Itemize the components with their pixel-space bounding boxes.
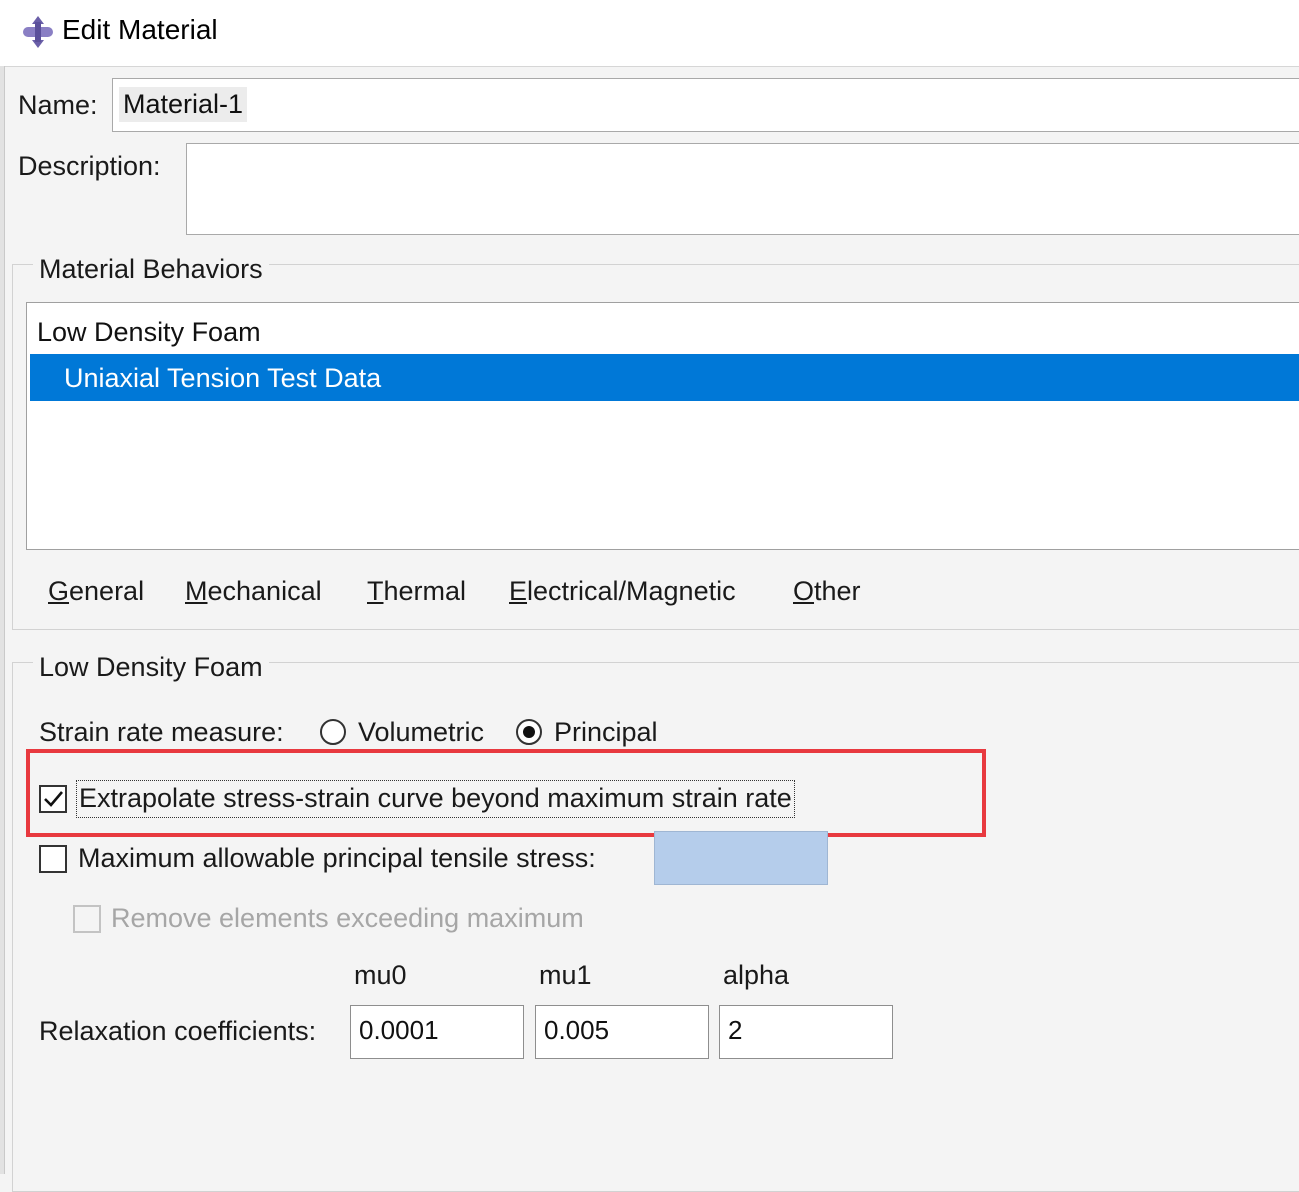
radio-selected-dot — [523, 726, 535, 738]
list-item[interactable]: Low Density Foam — [27, 309, 1299, 353]
remove-elements-checkbox[interactable] — [73, 905, 101, 933]
material-behaviors-title: Material Behaviors — [33, 254, 269, 285]
material-icon — [23, 16, 53, 48]
name-value: Material-1 — [119, 87, 248, 122]
highlight-box — [26, 749, 986, 837]
menu-thermal[interactable]: Thermal — [367, 576, 466, 607]
description-label: Description: — [18, 151, 161, 181]
window-title: Edit Material — [62, 14, 218, 45]
behaviors-list[interactable]: Low Density Foam Uniaxial Tension Test D… — [26, 302, 1299, 550]
menu-general[interactable]: General — [48, 576, 144, 607]
name-label: Name: — [18, 90, 98, 120]
radio-principal-label[interactable]: Principal — [554, 717, 658, 748]
radio-volumetric-label[interactable]: Volumetric — [358, 717, 484, 748]
mu0-value: 0.0001 — [359, 1015, 439, 1045]
alpha-input[interactable]: 2 — [719, 1005, 893, 1059]
max-tensile-label[interactable]: Maximum allowable principal tensile stre… — [78, 843, 596, 874]
col-header-alpha: alpha — [723, 960, 790, 990]
window-left-edge — [0, 66, 5, 1174]
title-bar: Edit Material — [0, 0, 1299, 67]
col-header-mu1: mu1 — [539, 960, 592, 990]
mu0-input[interactable]: 0.0001 — [350, 1005, 524, 1059]
max-tensile-checkbox[interactable] — [39, 845, 67, 873]
radio-principal[interactable] — [516, 719, 542, 745]
strain-rate-label: Strain rate measure: — [39, 717, 284, 747]
list-item-label: Uniaxial Tension Test Data — [64, 363, 382, 393]
behavior-menu-bar: General Mechanical Thermal Electrical/Ma… — [30, 570, 1299, 614]
mu1-input[interactable]: 0.005 — [535, 1005, 709, 1059]
menu-mechanical[interactable]: Mechanical — [185, 576, 322, 607]
low-density-foam-title: Low Density Foam — [33, 652, 269, 683]
radio-volumetric[interactable] — [320, 719, 346, 745]
max-tensile-input[interactable] — [654, 831, 828, 885]
menu-other[interactable]: Other — [793, 576, 861, 607]
remove-elements-label: Remove elements exceeding maximum — [111, 903, 584, 933]
col-header-mu0: mu0 — [354, 960, 407, 990]
description-input[interactable] — [186, 143, 1299, 235]
name-input[interactable]: Material-1 — [112, 78, 1299, 132]
relaxation-label: Relaxation coefficients: — [39, 1016, 317, 1046]
menu-electrical-magnetic[interactable]: Electrical/Magnetic — [509, 576, 736, 607]
alpha-value: 2 — [728, 1015, 743, 1045]
list-item-label: Low Density Foam — [37, 317, 261, 347]
mu1-value: 0.005 — [544, 1015, 610, 1045]
list-item-selected[interactable]: Uniaxial Tension Test Data — [30, 354, 1299, 401]
